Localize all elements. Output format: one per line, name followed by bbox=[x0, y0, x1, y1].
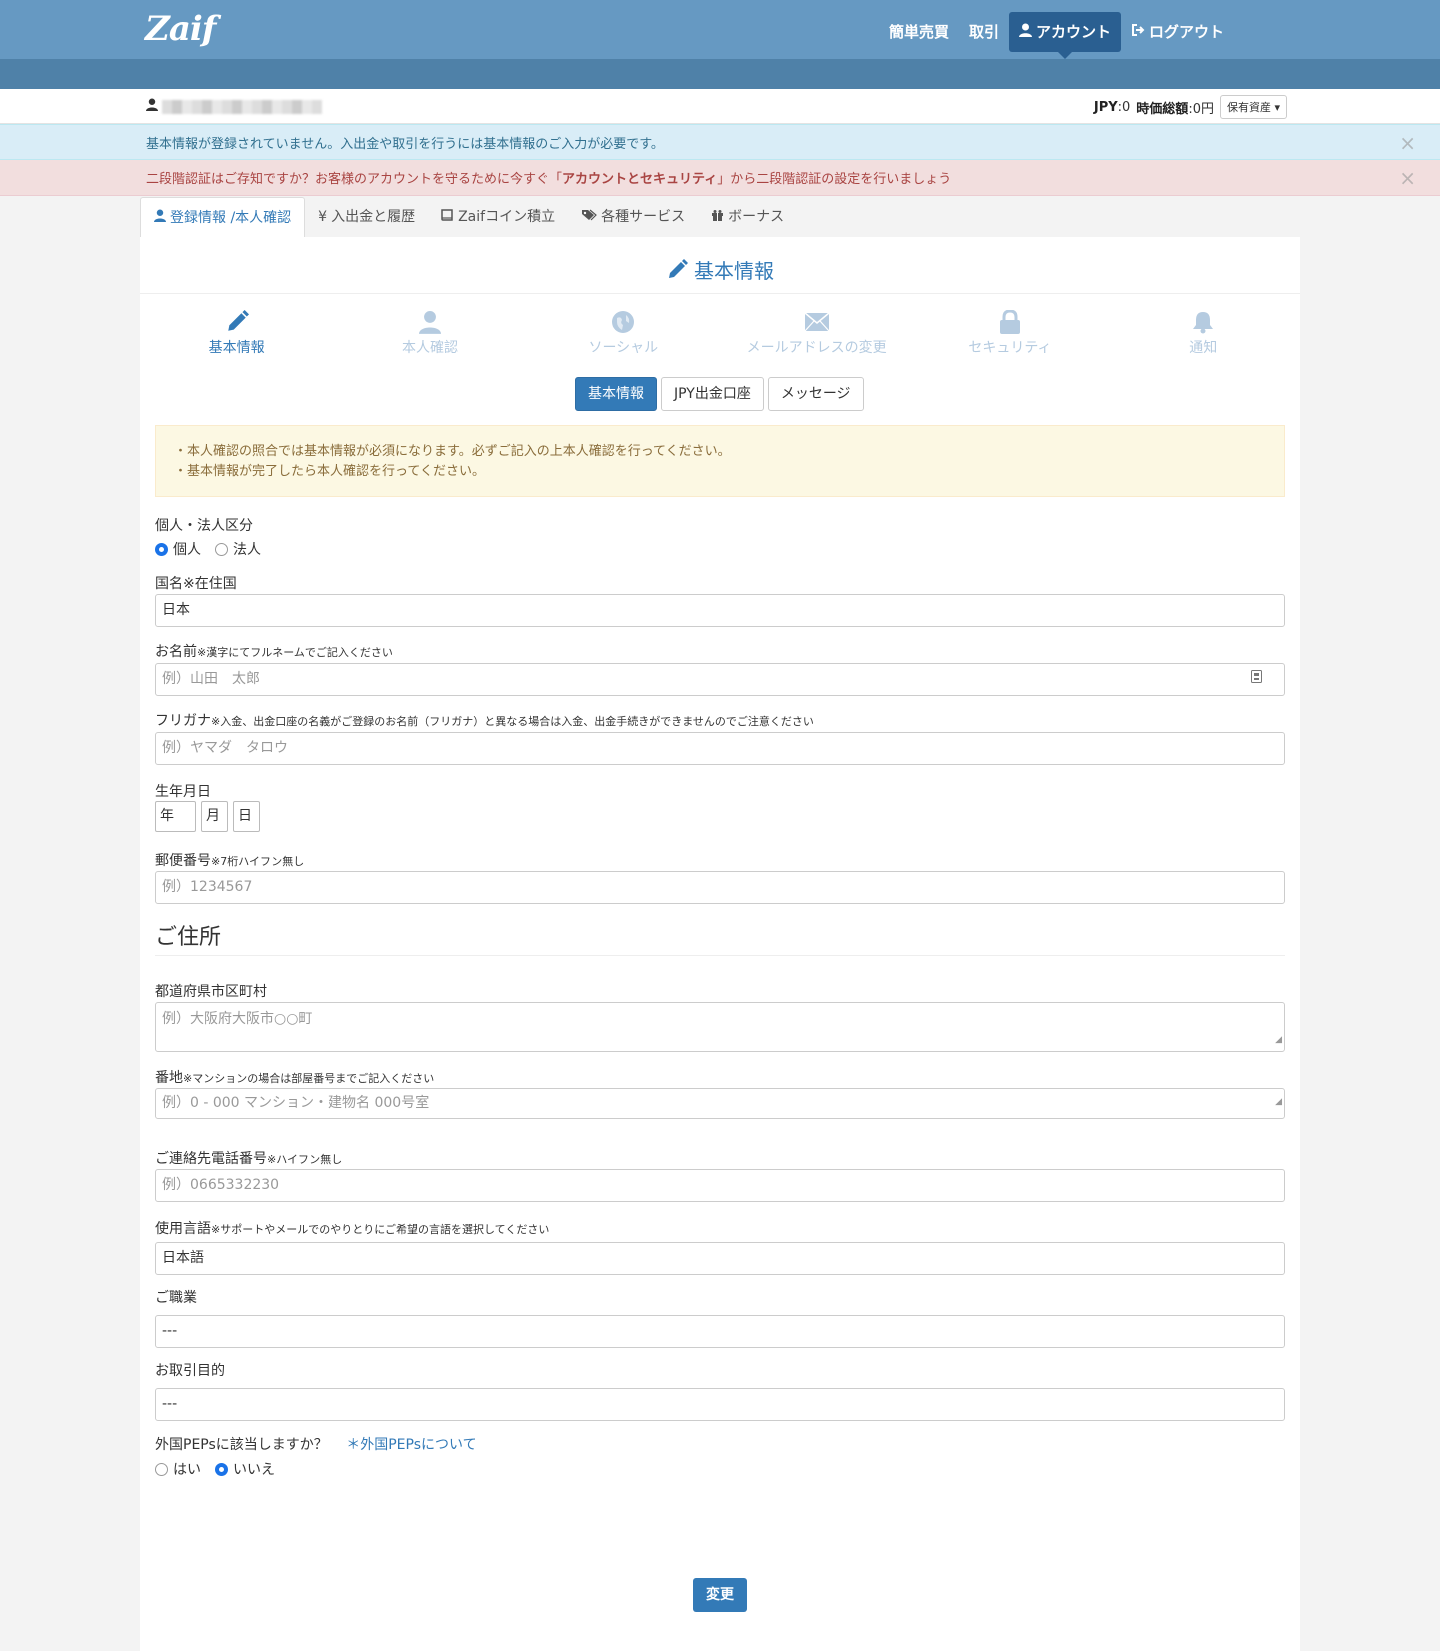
resize-handle-icon[interactable]: ◢ bbox=[1275, 1088, 1282, 1117]
notice-box: ・本人確認の照合では基本情報が必須になります。必ずご記入の上本人確認を行ってくだ… bbox=[155, 425, 1285, 497]
country-label: 国名※在住国 bbox=[155, 576, 237, 592]
subtab-basic-info[interactable]: 基本情報 bbox=[575, 377, 657, 411]
step-identity[interactable]: 本人確認 bbox=[333, 307, 526, 357]
language-select[interactable]: 日本語 bbox=[155, 1242, 1285, 1275]
user-icon bbox=[333, 307, 526, 337]
nav-account[interactable]: アカウント bbox=[1008, 12, 1121, 59]
subtab-group: 基本情報 JPY出金口座 メッセージ bbox=[575, 377, 864, 411]
account-tabs: 登録情報 /本人確認 ¥ 入出金と履歴 Zaifコイン積立 各種サービス ボーナ… bbox=[140, 197, 797, 237]
birth-day-select[interactable]: 日 bbox=[233, 801, 260, 832]
nav-trade[interactable]: 取引 bbox=[959, 12, 1009, 52]
kana-label: フリガナ※入金、出金口座の名義がご登録のお名前（フリガナ）と異なる場合は入金、出… bbox=[155, 713, 814, 729]
balance-summary: JPY:0 時価総額:0円 保有資産 ▾ bbox=[1094, 95, 1287, 119]
language-label: 使用言語※サポートやメールでのやりとりにご希望の言語を選択してください bbox=[155, 1221, 550, 1237]
birth-month-select[interactable]: 月 bbox=[201, 801, 228, 832]
subtab-messages[interactable]: メッセージ bbox=[767, 377, 864, 411]
globe-icon bbox=[527, 307, 720, 337]
address-divider bbox=[155, 955, 1285, 956]
zip-input[interactable]: 例）1234567 bbox=[155, 871, 1285, 904]
main-panel: 基本情報 基本情報 本人確認 ソーシャル メールアドレスの変更 セキュリティ 通… bbox=[140, 237, 1300, 1651]
address-heading: ご住所 bbox=[155, 925, 222, 950]
nav-simple-trade[interactable]: 簡単売買 bbox=[879, 12, 959, 52]
yen-icon: ¥ bbox=[318, 209, 328, 225]
street-label: 番地※マンションの場合は部屋番号までご記入ください bbox=[155, 1070, 435, 1086]
close-icon[interactable]: × bbox=[1399, 166, 1416, 190]
security-link[interactable]: アカウントとセキュリティ bbox=[562, 172, 717, 187]
section-divider bbox=[140, 293, 1300, 294]
main-nav: 簡単売買 取引 アカウント ログアウト bbox=[879, 12, 1234, 59]
tab-bonus[interactable]: ボーナス bbox=[698, 197, 797, 237]
section-title: 基本情報 bbox=[140, 255, 1300, 284]
autofill-icon[interactable] bbox=[1251, 664, 1262, 695]
step-security[interactable]: セキュリティ bbox=[913, 307, 1106, 357]
city-label: 都道府県市区町村 bbox=[155, 984, 267, 1000]
country-select[interactable]: 日本 bbox=[155, 594, 1285, 627]
tab-zaif-coin[interactable]: Zaifコイン積立 bbox=[428, 197, 568, 237]
tags-icon bbox=[581, 197, 597, 237]
birthdate-fields: 年 月 日 bbox=[155, 801, 260, 832]
step-nav: 基本情報 本人確認 ソーシャル メールアドレスの変更 セキュリティ 通知 bbox=[140, 307, 1300, 357]
step-basic-info[interactable]: 基本情報 bbox=[140, 307, 333, 357]
radio-corporate[interactable]: 法人 bbox=[215, 539, 261, 559]
radio-peps-no[interactable]: いいえ bbox=[215, 1459, 275, 1479]
city-textarea[interactable]: 例）大阪府大阪市○○町 ◢ bbox=[155, 1002, 1285, 1052]
resize-handle-icon[interactable]: ◢ bbox=[1275, 1030, 1282, 1050]
gift-icon bbox=[711, 197, 724, 237]
name-label: お名前※漢字にてフルネームでご記入ください bbox=[155, 644, 393, 660]
jpy-balance: JPY:0 bbox=[1093, 99, 1131, 115]
nav-logout[interactable]: ログアウト bbox=[1121, 12, 1234, 52]
envelope-icon bbox=[720, 307, 913, 337]
purpose-select[interactable]: --- bbox=[155, 1388, 1285, 1421]
subtab-jpy-account[interactable]: JPY出金口座 bbox=[661, 377, 764, 411]
submit-button[interactable]: 変更 bbox=[693, 1578, 747, 1612]
step-social[interactable]: ソーシャル bbox=[527, 307, 720, 357]
zip-label: 郵便番号※7桁ハイフン無し bbox=[155, 853, 305, 869]
sub-navbar bbox=[0, 59, 1440, 89]
birth-year-select[interactable]: 年 bbox=[155, 801, 196, 832]
pencil-icon bbox=[666, 259, 694, 283]
user-email-redacted bbox=[162, 99, 322, 114]
radio-peps-yes[interactable]: はい bbox=[155, 1459, 201, 1479]
tab-deposit-history[interactable]: ¥ 入出金と履歴 bbox=[305, 197, 428, 237]
caret-down-icon: ▾ bbox=[1274, 101, 1280, 114]
phone-input[interactable]: 例）0665332230 bbox=[155, 1169, 1285, 1202]
purpose-label: お取引目的 bbox=[155, 1363, 225, 1379]
two-factor-alert: 二段階認証はご存知ですか？お客様のアカウントを守るために今すぐ「アカウントとセキ… bbox=[0, 160, 1440, 196]
kana-input[interactable]: 例）ヤマダ タロウ bbox=[155, 732, 1285, 765]
street-textarea[interactable]: 例）0 - 000 マンション・建物名 000号室 ◢ bbox=[155, 1088, 1285, 1119]
zaif-logo[interactable]: Zaif bbox=[145, 9, 216, 49]
user-bar: JPY:0 時価総額:0円 保有資産 ▾ bbox=[0, 89, 1440, 124]
info-alert: 基本情報が登録されていません。入出金や取引を行うには基本情報のご入力が必要です。… bbox=[0, 124, 1440, 160]
phone-label: ご連絡先電話番号※ハイフン無し bbox=[155, 1151, 343, 1167]
entity-type-radios: 個人 法人 bbox=[155, 539, 261, 559]
radio-individual[interactable]: 個人 bbox=[155, 539, 201, 559]
occupation-select[interactable]: --- bbox=[155, 1315, 1285, 1348]
peps-label: 外国PEPsに該当しますか？ ＊外国PEPsについて bbox=[155, 1437, 477, 1453]
user-icon bbox=[1018, 12, 1032, 52]
peps-radios: はい いいえ bbox=[155, 1459, 275, 1479]
step-notifications[interactable]: 通知 bbox=[1107, 307, 1300, 357]
top-navbar: Zaif 簡単売買 取引 アカウント ログアウト bbox=[0, 0, 1440, 59]
pencil-icon bbox=[140, 307, 333, 337]
user-icon bbox=[146, 98, 158, 115]
peps-info-link[interactable]: ＊外国PEPsについて bbox=[346, 1437, 476, 1453]
lock-icon bbox=[913, 307, 1106, 337]
logout-icon bbox=[1131, 12, 1145, 52]
entity-type-label: 個人・法人区分 bbox=[155, 518, 253, 534]
occupation-label: ご職業 bbox=[155, 1290, 197, 1306]
book-icon bbox=[441, 197, 454, 237]
birthdate-label: 生年月日 bbox=[155, 784, 211, 800]
tab-registration[interactable]: 登録情報 /本人確認 bbox=[140, 197, 306, 238]
assets-dropdown-button[interactable]: 保有資産 ▾ bbox=[1219, 95, 1287, 119]
close-icon[interactable]: × bbox=[1399, 131, 1416, 155]
bell-icon bbox=[1107, 307, 1300, 337]
user-info bbox=[146, 98, 322, 115]
step-email[interactable]: メールアドレスの変更 bbox=[720, 307, 913, 357]
total-value: 時価総額:0円 bbox=[1136, 101, 1214, 117]
name-input[interactable]: 例）山田 太郎 bbox=[155, 663, 1285, 696]
user-icon bbox=[154, 198, 166, 238]
tab-services[interactable]: 各種サービス bbox=[568, 197, 698, 237]
